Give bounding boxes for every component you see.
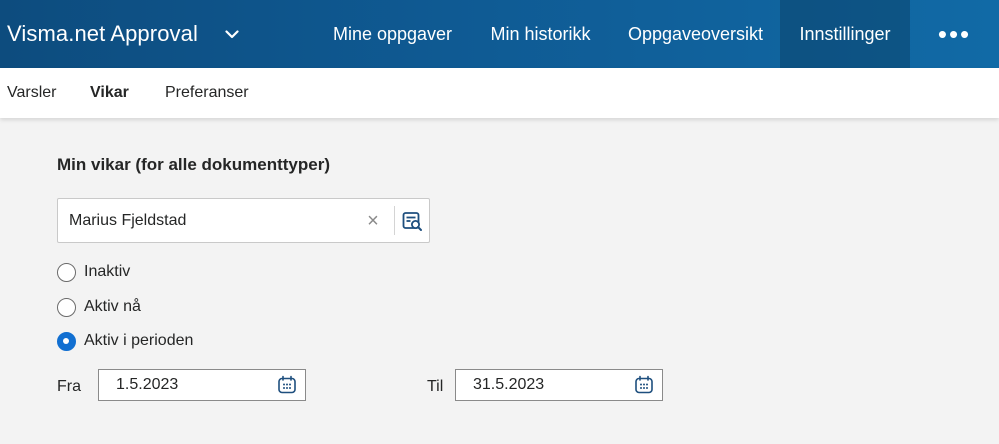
tab-vikar[interactable]: Vikar bbox=[90, 68, 129, 118]
from-date-field[interactable]: 1.5.2023 bbox=[98, 369, 306, 401]
to-label: Til bbox=[427, 378, 444, 395]
calendar-icon[interactable] bbox=[277, 375, 297, 395]
from-date-value[interactable]: 1.5.2023 bbox=[116, 370, 178, 400]
section-title: Min vikar (for alle dokumenttyper) bbox=[57, 155, 330, 174]
radio-aktiv-na[interactable]: Aktiv nå bbox=[57, 297, 141, 317]
radio-label: Aktiv nå bbox=[84, 298, 141, 315]
to-date-field[interactable]: 31.5.2023 bbox=[455, 369, 663, 401]
chevron-down-icon[interactable] bbox=[222, 24, 242, 44]
nav-oppgaveoversikt[interactable]: Oppgaveoversikt bbox=[611, 0, 780, 68]
nav-min-historikk[interactable]: Min historikk bbox=[470, 0, 611, 68]
more-menu-icon[interactable]: ••• bbox=[910, 0, 999, 68]
nav-innstillinger[interactable]: Innstillinger bbox=[780, 0, 910, 68]
substitute-lookup-field[interactable]: Marius Fjeldstad × bbox=[57, 198, 430, 243]
lookup-divider bbox=[394, 206, 395, 235]
settings-subnav: Varsler Vikar Preferanser bbox=[0, 68, 999, 118]
radio-inaktiv[interactable]: Inaktiv bbox=[57, 262, 130, 282]
nav-mine-oppgaver[interactable]: Mine oppgaver bbox=[315, 0, 470, 68]
radio-button-selected[interactable] bbox=[57, 331, 76, 351]
radio-label: Inaktiv bbox=[84, 263, 131, 280]
calendar-icon[interactable] bbox=[634, 375, 654, 395]
radio-button[interactable] bbox=[57, 262, 76, 282]
radio-button[interactable] bbox=[57, 297, 76, 317]
radio-label: Aktiv i perioden bbox=[84, 332, 194, 349]
app-title[interactable]: Visma.net Approval bbox=[7, 0, 198, 68]
radio-aktiv-i-perioden[interactable]: Aktiv i perioden bbox=[57, 331, 193, 351]
substitute-name-value[interactable]: Marius Fjeldstad bbox=[69, 199, 186, 242]
tab-varsler[interactable]: Varsler bbox=[7, 68, 57, 118]
to-date-value[interactable]: 31.5.2023 bbox=[473, 370, 544, 400]
lookup-search-icon[interactable] bbox=[401, 210, 423, 232]
tab-preferanser[interactable]: Preferanser bbox=[165, 68, 249, 118]
top-navigation-bar: Visma.net Approval Mine oppgaver Min his… bbox=[0, 0, 999, 68]
from-label: Fra bbox=[57, 378, 81, 395]
clear-icon[interactable]: × bbox=[363, 210, 383, 232]
